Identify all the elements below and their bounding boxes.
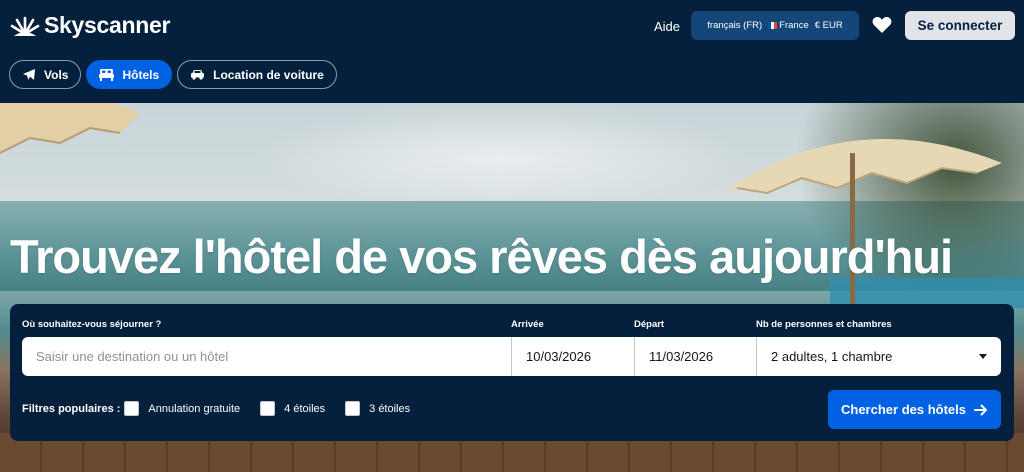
destination-input[interactable]: Saisir une destination ou un hôtel	[22, 337, 512, 376]
skyscanner-logo[interactable]: Skyscanner	[10, 12, 170, 39]
filter-4-stars[interactable]: 4 étoiles	[260, 401, 325, 416]
filter-free-cancellation[interactable]: Annulation gratuite	[124, 401, 240, 416]
search-fields-row: Saisir une destination ou un hôtel 10/03…	[22, 337, 1001, 376]
checkin-date-field[interactable]: 10/03/2026	[512, 337, 635, 376]
guests-label: Nb de personnes et chambres	[756, 319, 892, 330]
bed-icon	[99, 69, 115, 81]
tab-hotels[interactable]: Hôtels	[86, 60, 173, 89]
sun-burst-icon	[10, 16, 40, 36]
arrow-right-icon	[974, 404, 987, 415]
tab-car-rental[interactable]: Location de voiture	[177, 60, 337, 89]
destination-label: Où souhaitez-vous séjourner ?	[22, 319, 162, 330]
tab-flights-label: Vols	[44, 67, 69, 82]
filter-free-cancellation-label: Annulation gratuite	[148, 402, 241, 415]
chevron-down-icon	[979, 354, 987, 359]
filters-title: Filtres populaires :	[22, 402, 121, 415]
tab-hotels-label: Hôtels	[122, 67, 160, 82]
hero-headline: Trouvez l'hôtel de vos rêves dès aujourd…	[10, 230, 953, 283]
france-flag-icon	[768, 21, 778, 29]
plane-icon	[23, 68, 35, 80]
brand-name: Skyscanner	[44, 12, 171, 38]
language-label: français (FR)	[707, 20, 763, 31]
tab-car-rental-label: Location de voiture	[213, 67, 324, 82]
checkin-label: Arrivée	[511, 319, 544, 330]
top-header: Skyscanner Aide français (FR) France € E…	[0, 0, 1024, 103]
login-button[interactable]: Se connecter	[905, 11, 1015, 40]
locale-selector-button[interactable]: français (FR) France € EUR	[691, 11, 859, 40]
search-hotels-button[interactable]: Chercher des hôtels	[828, 390, 1001, 429]
checkbox[interactable]	[124, 401, 140, 416]
popular-filters: Filtres populaires : Annulation gratuite…	[22, 401, 430, 416]
filter-3-stars-label: 3 étoiles	[369, 402, 411, 415]
currency-label: € EUR	[814, 20, 843, 31]
heart-icon[interactable]	[872, 16, 892, 34]
checkout-label: Départ	[634, 319, 665, 330]
tab-flights[interactable]: Vols	[9, 60, 82, 89]
guests-rooms-value: 2 adultes, 1 chambre	[771, 349, 893, 364]
vertical-tabs: Vols Hôtels Location de voiture	[9, 60, 337, 89]
checkbox[interactable]	[345, 401, 361, 416]
hotel-search-panel: Où souhaitez-vous séjourner ? Arrivée Dé…	[10, 304, 1014, 441]
checkbox[interactable]	[260, 401, 276, 416]
search-hotels-button-label: Chercher des hôtels	[841, 402, 966, 417]
filter-3-stars[interactable]: 3 étoiles	[345, 401, 410, 416]
country-label: France	[768, 20, 809, 31]
filter-4-stars-label: 4 étoiles	[284, 402, 326, 415]
help-link[interactable]: Aide	[654, 19, 680, 34]
checkout-date-field[interactable]: 11/03/2026	[635, 337, 757, 376]
guests-rooms-selector[interactable]: 2 adultes, 1 chambre	[757, 337, 1001, 376]
beach-umbrella-left	[0, 103, 140, 154]
car-icon	[191, 70, 205, 80]
